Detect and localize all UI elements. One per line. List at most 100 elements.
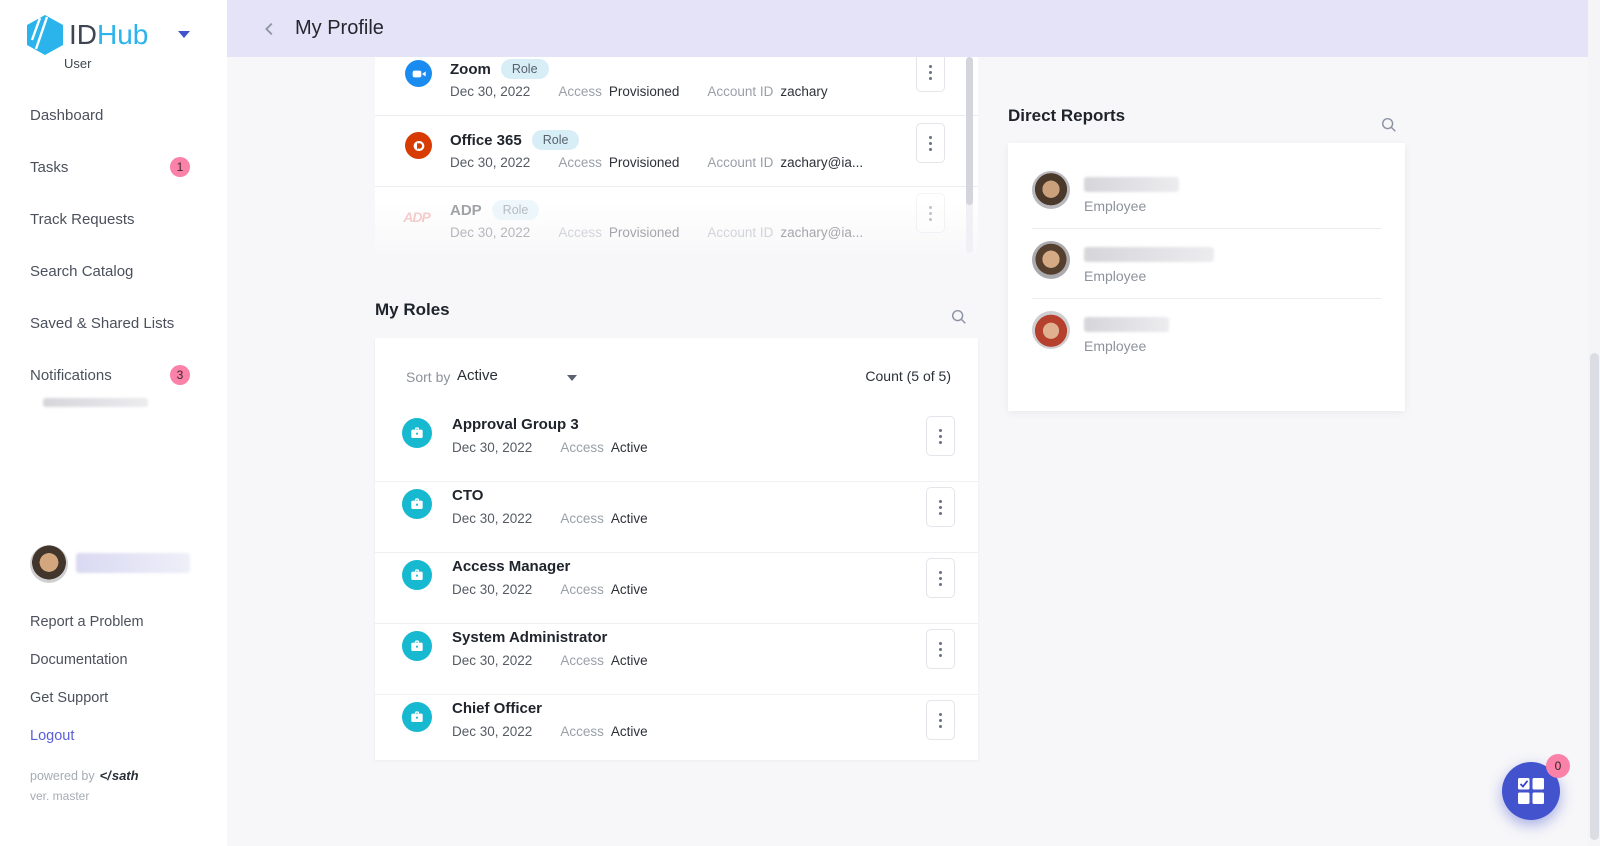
role-row: CTO Dec 30, 2022 Access Active	[375, 481, 978, 553]
sidebar-item-saved-shared-lists[interactable]: Saved & Shared Lists	[30, 315, 174, 332]
role-name: Approval Group 3	[452, 416, 579, 433]
redacted-text-bar	[43, 398, 148, 407]
roles-count-label: Count (5 of 5)	[865, 368, 951, 384]
back-button[interactable]	[261, 20, 279, 38]
powered-by: powered by </ sath	[30, 768, 139, 783]
app-name: Zoom	[450, 61, 491, 78]
app-date: Dec 30, 2022	[450, 84, 530, 99]
row-divider	[1032, 228, 1381, 229]
role-row: Chief Officer Dec 30, 2022 Access Active	[375, 694, 978, 765]
documentation-link[interactable]: Documentation	[30, 652, 128, 668]
powered-by-label: powered by	[30, 769, 95, 783]
account-id-value: zachary@ia...	[780, 225, 863, 240]
logout-link[interactable]: Logout	[30, 728, 74, 744]
briefcase-role-icon	[402, 489, 432, 519]
direct-reports-search-icon[interactable]	[1380, 116, 1398, 139]
logo-wordmark: IDHub	[69, 19, 148, 51]
adp-app-icon: ADP	[403, 203, 430, 230]
access-value: Provisioned	[609, 84, 680, 99]
redacted-report-name-bar	[1084, 317, 1169, 332]
role-row: System Administrator Dec 30, 2022 Access…	[375, 623, 978, 695]
account-id-label: Account ID	[707, 155, 773, 170]
sort-caret-icon[interactable]	[567, 375, 577, 381]
report-avatar	[1032, 171, 1070, 209]
role-badge: Role	[501, 59, 549, 79]
access-value: Active	[611, 582, 648, 597]
access-value: Provisioned	[609, 155, 680, 170]
version-label: ver. master	[30, 789, 89, 803]
account-id-label: Account ID	[707, 225, 773, 240]
briefcase-role-icon	[402, 418, 432, 448]
sidebar-item-track-requests[interactable]: Track Requests	[30, 211, 134, 228]
notifications-count-badge: 3	[170, 365, 190, 385]
access-value: Active	[611, 511, 648, 526]
sidebar-item-notifications[interactable]: Notifications	[30, 367, 112, 384]
logo-id-text: ID	[69, 19, 97, 50]
role-date: Dec 30, 2022	[452, 511, 532, 526]
app-name: Office 365	[450, 132, 522, 149]
access-label: Access	[558, 155, 602, 170]
role-actions-kebab-icon[interactable]	[926, 700, 955, 740]
account-id-label: Account ID	[707, 84, 773, 99]
app-list-scrollbar-thumb[interactable]	[966, 57, 973, 205]
sidebar-item-dashboard[interactable]: Dashboard	[30, 107, 103, 124]
report-role-label: Employee	[1084, 268, 1146, 284]
role-row: Approval Group 3 Dec 30, 2022 Access Act…	[375, 410, 978, 482]
workspace-role-label: User	[64, 56, 91, 71]
page-scrollbar-thumb[interactable]	[1590, 353, 1599, 840]
page-title: My Profile	[295, 17, 384, 40]
hexagon-logo-icon	[26, 14, 64, 56]
my-roles-card: Sort by Active Count (5 of 5) Approval G…	[375, 338, 978, 760]
idhub-logo[interactable]: IDHub	[26, 14, 148, 56]
sidebar: IDHub User Dashboard Tasks 1 Track Reque…	[0, 0, 227, 846]
access-label: Access	[560, 653, 604, 668]
access-label: Access	[558, 225, 602, 240]
report-avatar	[1032, 311, 1070, 349]
row-divider	[375, 186, 978, 187]
cart-count-badge: 0	[1546, 754, 1570, 778]
sath-logo-text: sath	[112, 768, 139, 783]
sort-by-label: Sort by	[406, 369, 450, 385]
access-value: Active	[611, 724, 648, 739]
row-divider	[1032, 298, 1381, 299]
current-user-avatar[interactable]	[30, 545, 68, 583]
role-actions-kebab-icon[interactable]	[926, 416, 955, 456]
role-name: Access Manager	[452, 558, 570, 575]
app-actions-kebab-icon[interactable]	[916, 193, 945, 233]
role-actions-kebab-icon[interactable]	[926, 629, 955, 669]
access-value: Provisioned	[609, 225, 680, 240]
role-badge: Role	[532, 130, 580, 150]
app-actions-kebab-icon[interactable]	[916, 123, 945, 163]
access-label: Access	[560, 440, 604, 455]
sidebar-item-tasks[interactable]: Tasks	[30, 159, 68, 176]
role-actions-kebab-icon[interactable]	[926, 558, 955, 598]
role-date: Dec 30, 2022	[452, 582, 532, 597]
get-support-link[interactable]: Get Support	[30, 690, 108, 706]
briefcase-role-icon	[402, 631, 432, 661]
access-label: Access	[560, 582, 604, 597]
zoom-app-icon	[405, 60, 432, 87]
sidebar-item-search-catalog[interactable]: Search Catalog	[30, 263, 133, 280]
role-actions-kebab-icon[interactable]	[926, 487, 955, 527]
sath-logo-mark: </	[100, 768, 111, 783]
sort-select[interactable]: Active	[457, 367, 498, 384]
page-header: My Profile	[227, 0, 1588, 57]
role-name: CTO	[452, 487, 483, 504]
roles-search-icon[interactable]	[950, 308, 968, 331]
workspace-dropdown-caret-icon[interactable]	[178, 31, 190, 38]
grid-check-icon	[1517, 777, 1545, 805]
app-date: Dec 30, 2022	[450, 155, 530, 170]
app-list-scrollbar[interactable]	[966, 57, 973, 253]
account-id-value: zachary@ia...	[780, 155, 863, 170]
adp-logo-text: ADP	[403, 209, 430, 225]
role-name: System Administrator	[452, 629, 607, 646]
direct-reports-card: Employee Employee Employee	[1008, 143, 1405, 411]
role-date: Dec 30, 2022	[452, 653, 532, 668]
app-actions-kebab-icon[interactable]	[916, 57, 945, 92]
redacted-user-name-bar	[76, 553, 190, 573]
briefcase-role-icon	[402, 560, 432, 590]
report-a-problem-link[interactable]: Report a Problem	[30, 614, 144, 630]
role-row: Access Manager Dec 30, 2022 Access Activ…	[375, 552, 978, 624]
role-date: Dec 30, 2022	[452, 724, 532, 739]
report-avatar	[1032, 241, 1070, 279]
